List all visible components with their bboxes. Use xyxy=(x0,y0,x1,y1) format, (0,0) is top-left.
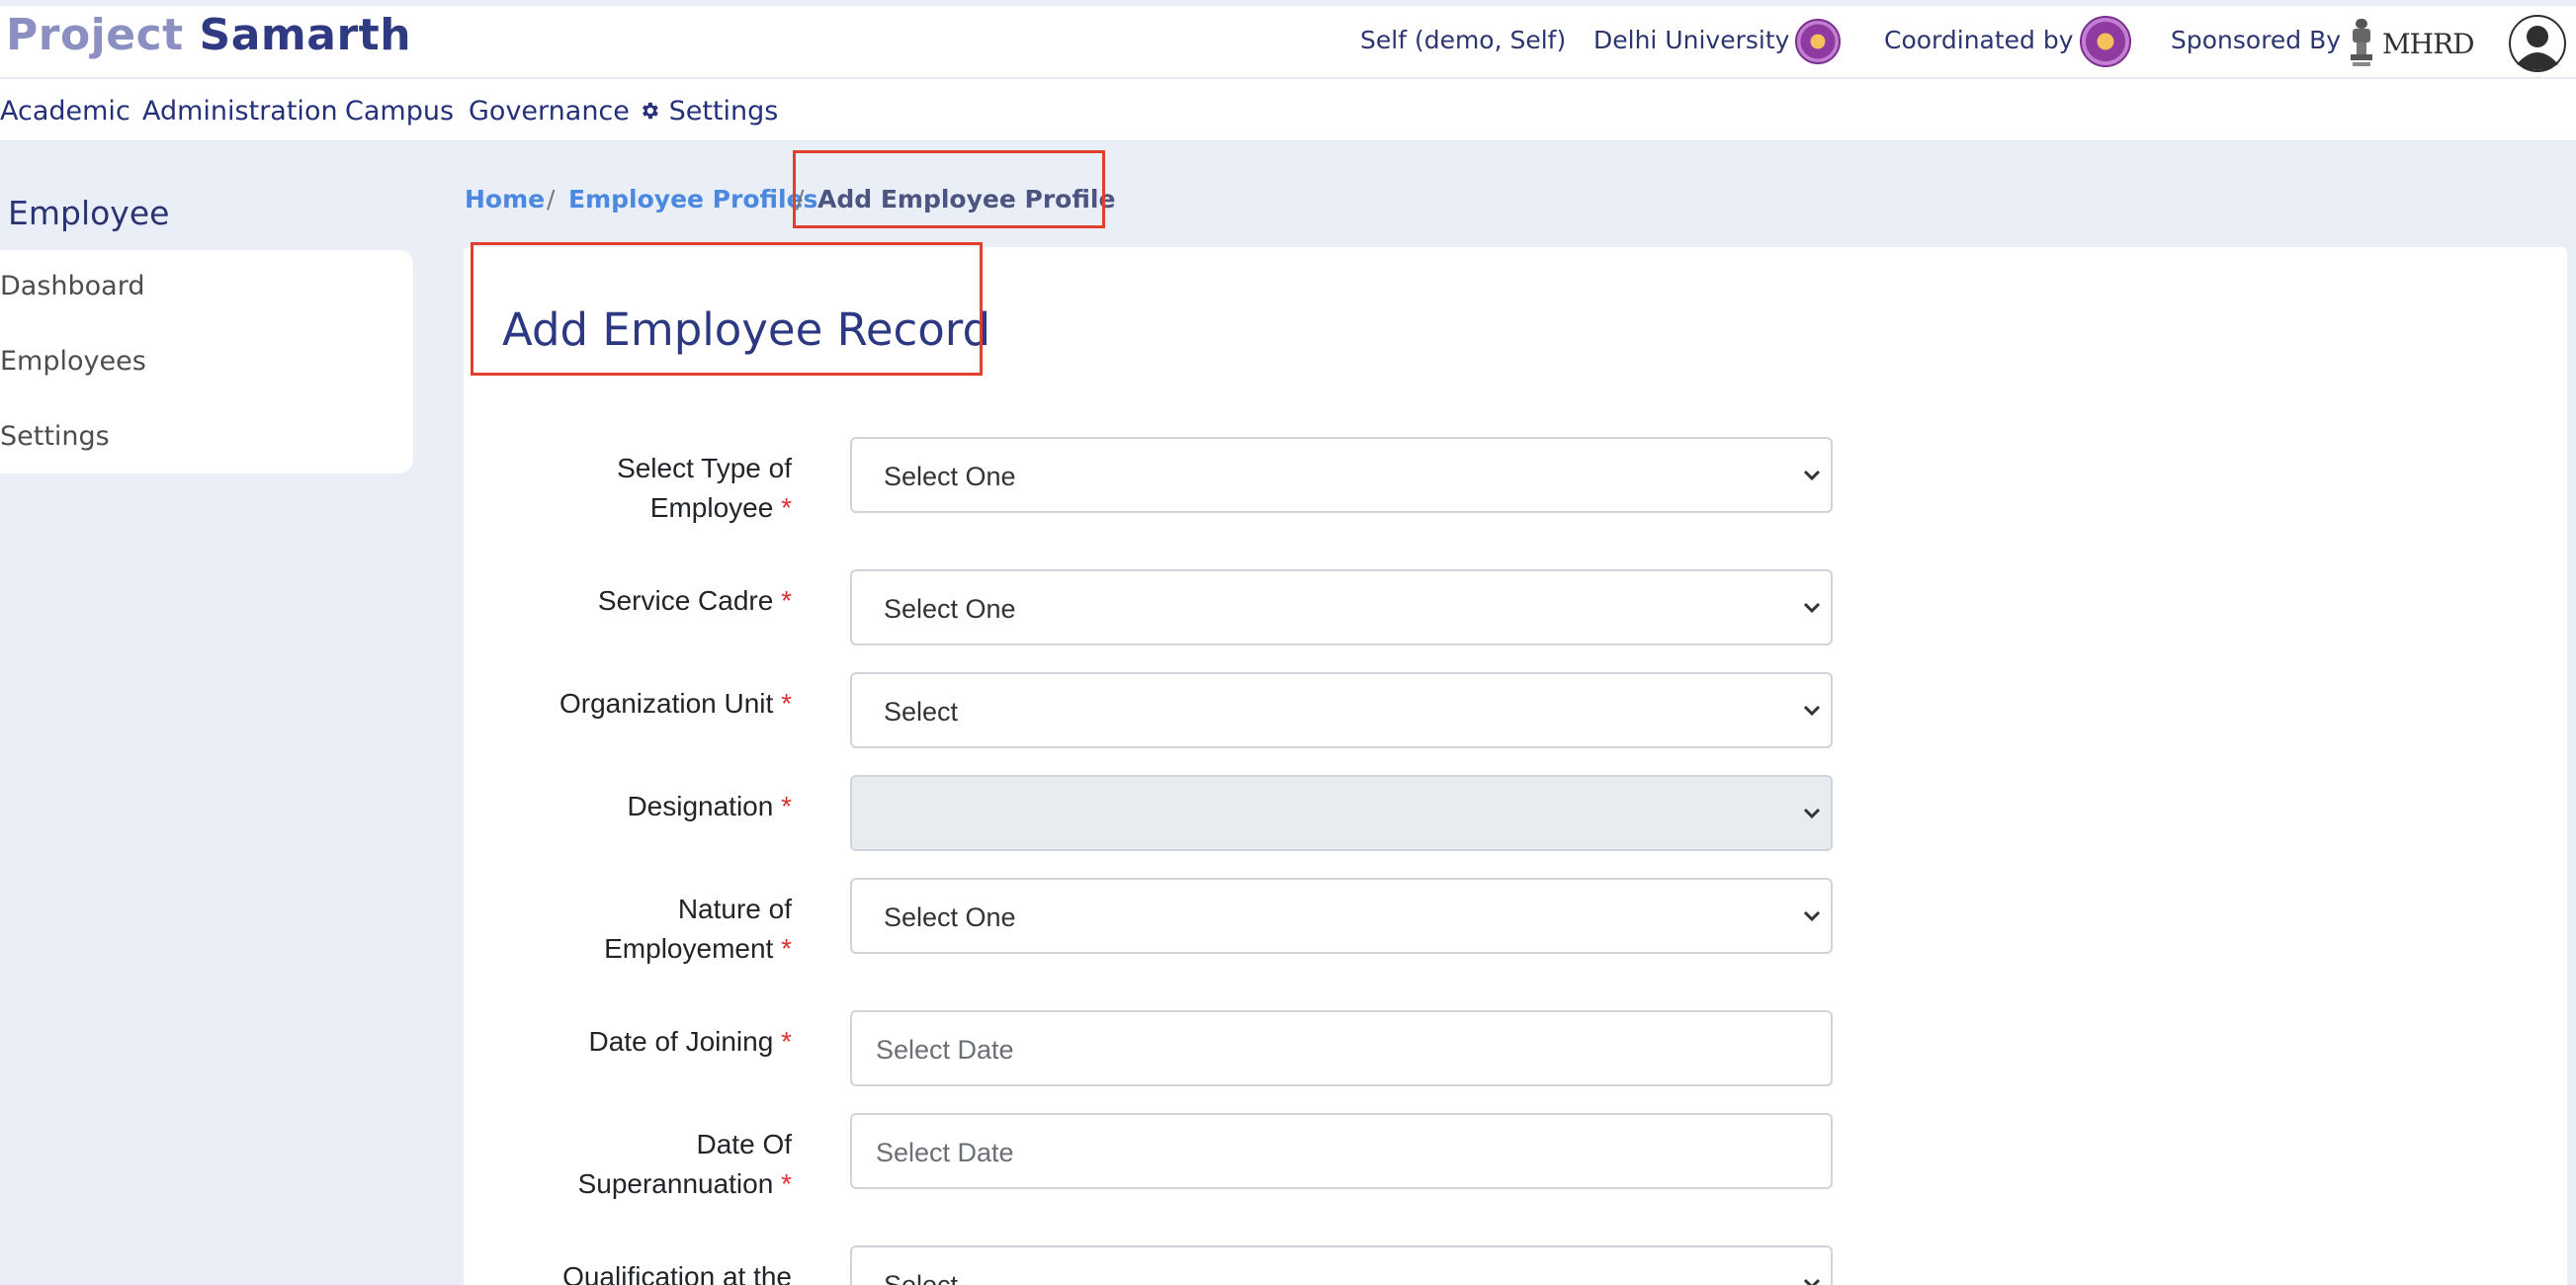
select-value: Select One xyxy=(884,594,1016,624)
user-info[interactable]: Self (demo, Self) xyxy=(1360,26,1566,54)
label-line: Date of Joining xyxy=(588,1026,774,1057)
field-label-organization-unit: Organization Unit * xyxy=(466,684,792,724)
input-placeholder: Select Date xyxy=(876,1138,1014,1167)
organization-unit-select[interactable]: Select xyxy=(850,672,1833,748)
label-line: Employement xyxy=(604,933,774,964)
label-line: Superannuation xyxy=(577,1168,774,1199)
required-mark: * xyxy=(781,1026,792,1057)
breadcrumb-highlight-box xyxy=(793,150,1105,228)
nature-of-employment-select[interactable]: Select One xyxy=(850,878,1833,954)
field-label-qualification: Qualification at the xyxy=(466,1257,792,1285)
national-emblem-icon xyxy=(2351,19,2372,66)
field-label-service-cadre: Service Cadre * xyxy=(466,581,792,621)
required-mark: * xyxy=(781,492,792,523)
required-mark: * xyxy=(781,933,792,964)
sidebar-item-dashboard[interactable]: Dashboard xyxy=(0,271,144,301)
nav-item-governance[interactable]: Governance xyxy=(469,96,630,127)
label-line: Date Of xyxy=(696,1129,792,1159)
required-mark: * xyxy=(781,585,792,616)
label-line: Organization Unit xyxy=(558,688,774,719)
required-mark: * xyxy=(781,791,792,821)
title-highlight-box xyxy=(471,242,983,376)
select-value: Select One xyxy=(884,902,1016,932)
nav-item-settings-label: Settings xyxy=(668,96,779,127)
label-line: Qualification at the xyxy=(562,1261,792,1285)
nav-item-settings[interactable]: Settings xyxy=(639,96,778,127)
sidebar-item-employees[interactable]: Employees xyxy=(0,346,146,377)
chevron-down-icon xyxy=(1803,470,1821,481)
chevron-down-icon xyxy=(1803,705,1821,717)
label-line: Select Type of xyxy=(617,453,792,483)
service-cadre-select[interactable]: Select One xyxy=(850,569,1833,645)
chevron-down-icon xyxy=(1803,910,1821,922)
brand-part1: Project xyxy=(6,10,184,60)
select-value: Select xyxy=(884,697,959,727)
nav-item-academic[interactable]: Academic xyxy=(0,96,130,127)
brand-logo[interactable]: Project Samarth xyxy=(6,14,411,57)
chevron-down-icon xyxy=(1803,602,1821,614)
label-line: Designation xyxy=(627,791,774,821)
sponsor-logo-text: MHRD xyxy=(2382,28,2475,60)
date-of-superannuation-input[interactable]: Select Date xyxy=(850,1113,1833,1189)
select-value: Select xyxy=(884,1270,959,1285)
sidebar-menu: Dashboard Employees Settings xyxy=(0,250,413,473)
main-nav: Academic Administration Campus Governanc… xyxy=(0,79,2576,141)
chevron-down-icon xyxy=(1803,808,1821,819)
sidebar-item-settings[interactable]: Settings xyxy=(0,421,110,452)
brand-part2: Samarth xyxy=(199,10,412,60)
label-line: Service Cadre xyxy=(597,585,774,616)
field-label-date-of-superannuation: Date Of Superannuation * xyxy=(466,1125,792,1204)
breadcrumb-separator: / xyxy=(547,185,556,214)
select-value: Select One xyxy=(884,462,1016,491)
required-mark: * xyxy=(781,1168,792,1199)
field-label-nature-of-employment: Nature of Employement * xyxy=(466,890,792,969)
university-name: Delhi University xyxy=(1593,26,1790,54)
required-mark: * xyxy=(781,688,792,719)
nav-item-campus[interactable]: Campus xyxy=(345,96,454,127)
user-avatar-icon[interactable] xyxy=(2509,15,2566,72)
breadcrumb-employee-profiles[interactable]: Employee Profiles xyxy=(568,185,817,214)
input-placeholder: Select Date xyxy=(876,1035,1014,1065)
qualification-select[interactable]: Select xyxy=(850,1245,1833,1285)
label-line: Nature of xyxy=(677,894,792,924)
coordinated-by-label: Coordinated by xyxy=(1884,26,2074,54)
coordinator-seal-icon xyxy=(2080,16,2131,67)
top-bar: Project Samarth Self (demo, Self) Delhi … xyxy=(0,6,2576,78)
field-label-date-of-joining: Date of Joining * xyxy=(466,1022,792,1062)
chevron-down-icon xyxy=(1803,1278,1821,1285)
gear-icon xyxy=(643,102,658,120)
breadcrumb-home[interactable]: Home xyxy=(465,185,545,214)
designation-select[interactable] xyxy=(850,775,1833,851)
sponsored-by-label: Sponsored By xyxy=(2171,26,2342,54)
field-label-employee-type: Select Type of Employee * xyxy=(466,449,792,528)
employee-type-select[interactable]: Select One xyxy=(850,437,1833,513)
sidebar-title: Employee xyxy=(8,194,170,232)
field-label-designation: Designation * xyxy=(466,787,792,826)
nav-item-administration[interactable]: Administration xyxy=(142,96,338,127)
university-seal-icon xyxy=(1795,19,1841,64)
date-of-joining-input[interactable]: Select Date xyxy=(850,1010,1833,1086)
label-line: Employee xyxy=(649,492,774,523)
